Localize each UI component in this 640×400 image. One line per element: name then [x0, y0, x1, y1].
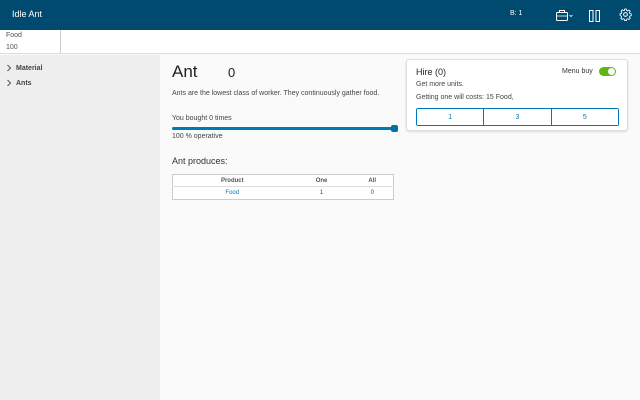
badge-counter: B: 1 [510, 10, 523, 17]
slider-fill [172, 127, 395, 130]
menu-buy-label: Menu buy [562, 68, 593, 75]
table-row: Food 1 0 [173, 187, 394, 200]
resource-value: 100 [6, 44, 18, 51]
toggle-knob [608, 68, 615, 75]
hire-subtitle: Get more units. [416, 81, 464, 88]
column-header-one: One [291, 174, 352, 187]
table-header-row: Product One All [172, 174, 394, 187]
operative-slider[interactable] [172, 125, 398, 133]
operative-label: 100 % operative [172, 133, 223, 140]
bought-count: You bought 0 times [172, 115, 232, 122]
hire-button-group: 1 3 5 [416, 108, 619, 126]
product-link[interactable]: Food [225, 190, 239, 196]
briefcase-icon[interactable] [556, 10, 574, 21]
sidebar-item-material[interactable]: Material [6, 62, 42, 74]
sidebar-item-label: Material [16, 64, 43, 72]
one-cell: 1 [319, 190, 324, 196]
all-cell: 0 [370, 190, 374, 196]
produces-title: Ant produces: [172, 156, 228, 166]
resource-bar: Food 100 [0, 30, 640, 54]
pause-icon[interactable] [589, 9, 600, 22]
hire-card: Hire (0) Menu buy Get more units. Gettin… [406, 59, 628, 131]
gear-icon[interactable] [619, 8, 632, 21]
app-title: Idle Ant [12, 9, 43, 19]
page-title: Ant [172, 62, 198, 81]
slider-handle[interactable] [391, 125, 398, 132]
column-header-all: All [351, 174, 394, 187]
hire-1-button[interactable]: 1 [417, 109, 485, 125]
app-header: Idle Ant B: 1 [0, 0, 640, 30]
column-header-product: Product [172, 174, 292, 187]
hire-3-button[interactable]: 3 [484, 109, 552, 125]
resource-item-food[interactable]: Food 100 [0, 30, 61, 54]
hire-title: Hire (0) [416, 67, 447, 77]
product-cell[interactable]: Food [173, 187, 292, 200]
hire-5-button[interactable]: 5 [551, 109, 618, 125]
chevron-right-icon [7, 64, 12, 72]
sidebar-item-label: Ants [16, 79, 32, 87]
resource-name: Food [6, 32, 22, 39]
chevron-right-icon [7, 79, 12, 87]
unit-description: Ants are the lowest class of worker. The… [172, 90, 380, 97]
unit-count: 0 [228, 65, 236, 80]
sidebar-item-ants[interactable]: Ants [6, 77, 32, 89]
produces-table: Product One All Food 1 0 [172, 174, 394, 200]
sidebar: Material Ants [0, 55, 160, 400]
menu-buy-toggle[interactable] [599, 67, 616, 76]
hire-cost: Getting one will costs: 15 Food, [416, 94, 514, 101]
